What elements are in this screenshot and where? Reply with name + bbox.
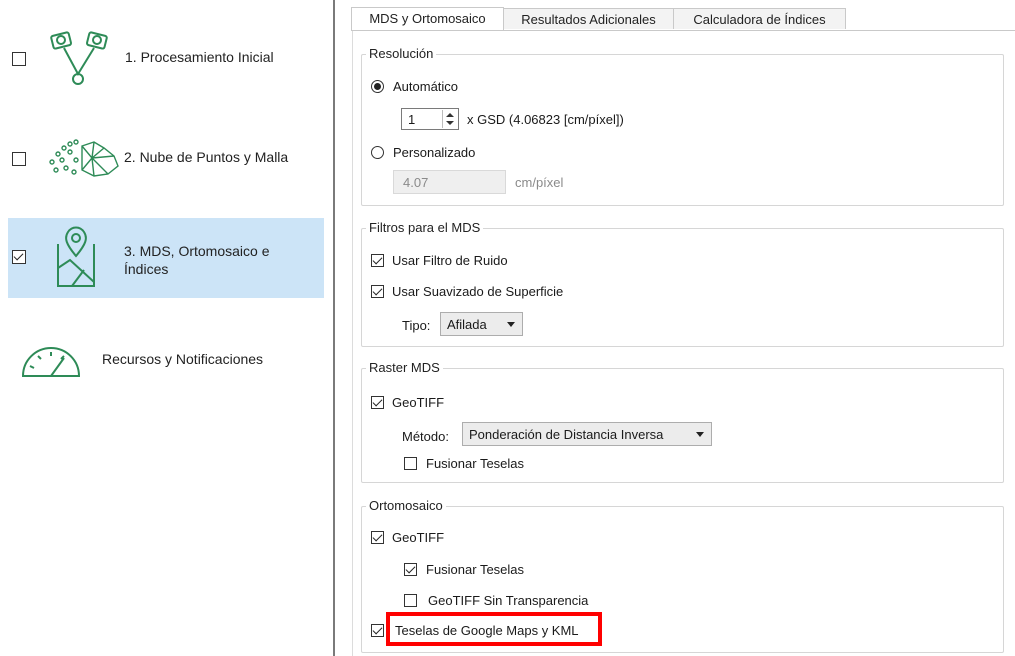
group-raster-mds-title: Raster MDS <box>366 360 443 375</box>
type-label: Tipo: <box>402 318 431 333</box>
chevron-down-icon <box>507 322 515 327</box>
method-select-value: Ponderación de Distancia Inversa <box>469 427 664 442</box>
step1-checkbox[interactable] <box>12 52 26 66</box>
group-mds-filters-title: Filtros para el MDS <box>366 220 484 235</box>
raster-merge-tiles-checkbox[interactable] <box>404 457 417 470</box>
step1-label: 1. Procesamiento Inicial <box>125 49 274 65</box>
ortho-geotiff-checkbox[interactable] <box>371 531 384 544</box>
surface-smoothing-checkbox[interactable] <box>371 285 384 298</box>
step2-label: 2. Nube de Puntos y Malla <box>124 149 289 165</box>
method-select[interactable]: Ponderación de Distancia Inversa <box>462 422 712 446</box>
gauge-icon <box>20 344 82 381</box>
type-select-value: Afilada <box>447 317 487 332</box>
ortho-merge-tiles-label: Fusionar Teselas <box>426 562 525 577</box>
ortho-geotiff-label: GeoTIFF <box>392 530 445 545</box>
raster-geotiff-label: GeoTIFF <box>392 395 445 410</box>
geotiff-no-transparency-label: GeoTIFF Sin Transparencia <box>428 593 589 608</box>
stepper-down-icon[interactable] <box>446 121 454 125</box>
highlight-box <box>386 612 602 646</box>
surface-smoothing-label: Usar Suavizado de Superficie <box>392 284 564 299</box>
radio-custom[interactable] <box>371 146 384 159</box>
sidebar-divider <box>333 0 335 656</box>
ortho-merge-tiles-checkbox[interactable] <box>404 563 417 576</box>
step3-label-line2: Índices <box>124 261 169 277</box>
step2-checkbox[interactable] <box>12 152 26 166</box>
sidebar-step-point-cloud[interactable]: 2. Nube de Puntos y Malla <box>8 126 324 194</box>
sidebar-step-mds-orthomosaic[interactable]: 3. MDS, Ortomosaico e Índices <box>8 218 324 298</box>
map-pin-icon <box>50 224 102 295</box>
gsd-text: x GSD (4.06823 [cm/píxel]) <box>467 112 624 127</box>
drone-processing-icon <box>48 26 118 95</box>
custom-resolution-unit: cm/píxel <box>515 175 564 190</box>
google-maps-kml-checkbox[interactable] <box>371 624 384 637</box>
noise-filter-label: Usar Filtro de Ruido <box>392 253 508 268</box>
resources-label: Recursos y Notificaciones <box>102 351 264 367</box>
tab-index-calculator[interactable]: Calculadora de Índices <box>673 8 846 29</box>
raster-merge-tiles-label: Fusionar Teselas <box>426 456 525 471</box>
sidebar-item-resources[interactable]: Recursos y Notificaciones <box>8 334 324 390</box>
tab-mds-orthomosaic[interactable]: MDS y Ortomosaico <box>351 7 504 30</box>
gsd-multiplier-stepper[interactable]: 1 <box>401 108 459 130</box>
type-select[interactable]: Afilada <box>440 312 523 336</box>
radio-automatic[interactable] <box>371 80 384 93</box>
radio-automatic-label: Automático <box>393 79 459 94</box>
chevron-down-icon <box>696 432 704 437</box>
step3-checkbox[interactable] <box>12 250 26 264</box>
group-resolution-title: Resolución <box>366 46 437 61</box>
stepper-arrows[interactable] <box>442 110 457 128</box>
noise-filter-checkbox[interactable] <box>371 254 384 267</box>
geotiff-no-transparency-checkbox[interactable] <box>404 594 417 607</box>
point-cloud-mesh-icon <box>48 134 122 187</box>
raster-geotiff-checkbox[interactable] <box>371 396 384 409</box>
group-orthomosaic-title: Ortomosaico <box>366 498 446 513</box>
radio-custom-label: Personalizado <box>393 145 476 160</box>
stepper-up-icon[interactable] <box>446 113 454 117</box>
sidebar: 1. Procesamiento Inicial 2. Nube de Punt… <box>0 0 333 656</box>
step3-label-line1: 3. MDS, Ortomosaico e <box>124 243 270 259</box>
custom-resolution-value: 4.07 <box>403 175 429 190</box>
tab-additional-results[interactable]: Resultados Adicionales <box>503 8 674 29</box>
custom-resolution-input[interactable]: 4.07 <box>393 170 506 194</box>
method-label: Método: <box>402 429 449 444</box>
sidebar-step-initial-processing[interactable]: 1. Procesamiento Inicial <box>8 22 324 90</box>
gsd-multiplier-value: 1 <box>408 112 416 127</box>
